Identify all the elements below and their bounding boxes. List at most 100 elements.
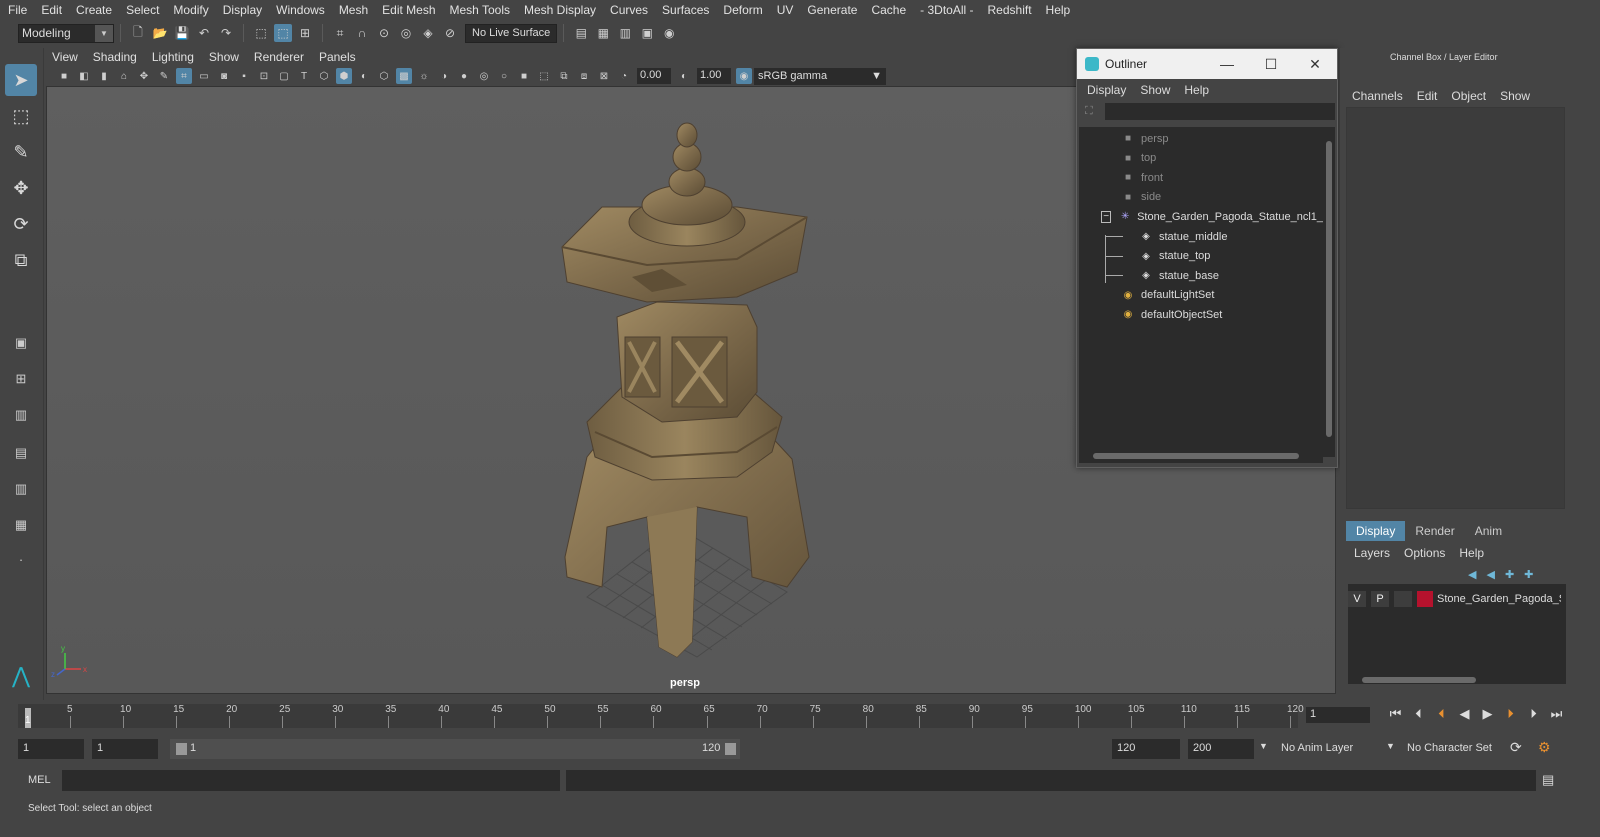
- default-material-icon[interactable]: ◐: [356, 68, 372, 84]
- mel-label[interactable]: MEL: [28, 774, 51, 786]
- snap-point-icon[interactable]: ⊙: [375, 24, 393, 42]
- play-forwards-icon[interactable]: ▶: [1476, 706, 1499, 722]
- menu-deform[interactable]: Deform: [723, 3, 762, 17]
- snap-projected-icon[interactable]: ◎: [397, 24, 415, 42]
- step-forward-key-icon[interactable]: ⏵: [1499, 706, 1522, 722]
- minimize-icon[interactable]: —: [1205, 56, 1249, 73]
- safe-title-icon[interactable]: T: [296, 68, 312, 84]
- current-frame-field[interactable]: 1: [1306, 707, 1370, 723]
- menu-curves[interactable]: Curves: [610, 3, 648, 17]
- layer-playback-toggle[interactable]: P: [1371, 591, 1389, 607]
- rotate-tool-icon[interactable]: ⟳: [5, 208, 37, 240]
- color-management-icon[interactable]: ◉: [736, 68, 752, 84]
- menu-help[interactable]: Help: [1046, 3, 1071, 17]
- persp-outliner-layout-icon[interactable]: ▥: [7, 476, 35, 502]
- select-hierarchy-icon[interactable]: ⬚: [252, 24, 270, 42]
- menu-windows[interactable]: Windows: [276, 3, 325, 17]
- step-back-key-icon[interactable]: ⏴: [1430, 706, 1453, 722]
- outliner-horizontal-scrollbar[interactable]: [1079, 449, 1323, 463]
- viewport-menu-shading[interactable]: Shading: [93, 50, 137, 64]
- outliner-item[interactable]: ◉ defaultLightSet: [1079, 286, 1323, 305]
- gamma-icon[interactable]: ◐: [676, 68, 692, 84]
- channel-box-menu-show[interactable]: Show: [1500, 89, 1530, 103]
- single-pane-layout-icon[interactable]: ▣: [7, 330, 35, 356]
- script-editor-icon[interactable]: ▤: [1542, 772, 1554, 788]
- channel-box-menu-object[interactable]: Object: [1451, 89, 1486, 103]
- animation-preferences-icon[interactable]: ⚙: [1538, 739, 1551, 756]
- redo-icon[interactable]: ↷: [217, 24, 235, 42]
- mel-command-input[interactable]: [62, 770, 560, 791]
- gamma-field[interactable]: 1.00: [697, 68, 731, 84]
- safe-action-icon[interactable]: ▢: [276, 68, 292, 84]
- anim-layer-dropdown[interactable]: No Anim Layer: [1276, 739, 1382, 759]
- outliner-item[interactable]: ◈ statue_top: [1079, 247, 1323, 266]
- layer-menu-options[interactable]: Options: [1404, 546, 1445, 560]
- resolution-gate-icon[interactable]: ◙: [216, 68, 232, 84]
- snap-view-plane-icon[interactable]: ◈: [419, 24, 437, 42]
- move-layer-up-icon[interactable]: ◀: [1468, 568, 1476, 581]
- viewport-menu-lighting[interactable]: Lighting: [152, 50, 194, 64]
- save-scene-icon[interactable]: 💾: [173, 24, 191, 42]
- smooth-shade-icon[interactable]: ⬢: [336, 68, 352, 84]
- two-d-pan-zoom-icon[interactable]: ✥: [136, 68, 152, 84]
- outliner-vertical-scrollbar[interactable]: [1323, 127, 1335, 457]
- wireframe-on-shaded-icon[interactable]: ⬡: [376, 68, 392, 84]
- render-settings-icon[interactable]: ▤: [572, 24, 590, 42]
- bookmark-icon[interactable]: ▮: [96, 68, 112, 84]
- animation-start-field[interactable]: 1: [18, 739, 84, 759]
- go-to-start-icon[interactable]: ⏮: [1384, 706, 1407, 722]
- menu-mesh[interactable]: Mesh: [339, 3, 368, 17]
- exposure-field[interactable]: 0.00: [637, 68, 671, 84]
- menu-uv[interactable]: UV: [777, 3, 794, 17]
- tab-display[interactable]: Display: [1346, 521, 1406, 541]
- wireframe-icon[interactable]: ⬡: [316, 68, 332, 84]
- scale-tool-icon[interactable]: ⧉: [5, 244, 37, 276]
- range-slider[interactable]: 1 120: [170, 739, 740, 759]
- hypershade-icon[interactable]: ◉: [660, 24, 678, 42]
- select-component-icon[interactable]: ⊞: [296, 24, 314, 42]
- isolate-select-icon[interactable]: ⬚: [536, 68, 552, 84]
- channel-box-menu-channels[interactable]: Channels: [1352, 89, 1403, 103]
- textured-icon[interactable]: ▩: [396, 68, 412, 84]
- select-object-icon[interactable]: ⬚: [274, 24, 292, 42]
- gate-mask-icon[interactable]: ▪: [236, 68, 252, 84]
- view-transform-dropdown[interactable]: sRGB gamma ▼: [754, 67, 886, 85]
- image-plane-icon[interactable]: ⌂: [116, 68, 132, 84]
- maximize-icon[interactable]: ☐: [1249, 56, 1293, 73]
- character-set-dropdown[interactable]: No Character Set: [1402, 739, 1502, 759]
- persp-graph-layout-icon[interactable]: ▤: [7, 440, 35, 466]
- lasso-tool-icon[interactable]: ⬚: [5, 100, 37, 132]
- open-scene-icon[interactable]: 📂: [151, 24, 169, 42]
- menu-cache[interactable]: Cache: [871, 3, 906, 17]
- layer-display-type[interactable]: [1394, 591, 1412, 607]
- film-gate-icon[interactable]: ▭: [196, 68, 212, 84]
- snap-curve-icon[interactable]: ∩: [353, 24, 371, 42]
- outliner-menu-show[interactable]: Show: [1140, 83, 1170, 97]
- xray-components-icon[interactable]: ⊠: [596, 68, 612, 84]
- go-to-end-icon[interactable]: ⏭: [1545, 706, 1568, 722]
- outliner-item[interactable]: ◉ defaultObjectSet: [1079, 305, 1323, 324]
- animation-end-field[interactable]: 200: [1188, 739, 1254, 759]
- depth-of-field-icon[interactable]: ■: [516, 68, 532, 84]
- collapse-icon[interactable]: −: [1101, 210, 1112, 223]
- menu-display[interactable]: Display: [223, 3, 262, 17]
- tab-render[interactable]: Render: [1405, 521, 1464, 541]
- filter-icon[interactable]: ⛶: [1085, 105, 1093, 118]
- menu-mesh-display[interactable]: Mesh Display: [524, 3, 596, 17]
- outliner-item[interactable]: ■ front: [1079, 168, 1323, 187]
- viewport-menu-panels[interactable]: Panels: [319, 50, 356, 64]
- channel-box-menu-edit[interactable]: Edit: [1417, 89, 1438, 103]
- outliner-titlebar[interactable]: Outliner — ☐ ✕: [1077, 49, 1337, 79]
- layer-visibility-toggle[interactable]: V: [1348, 591, 1366, 607]
- exposure-icon[interactable]: ◔: [616, 68, 632, 84]
- ambient-occlusion-icon[interactable]: ●: [456, 68, 472, 84]
- new-layer-selected-icon[interactable]: ✚: [1524, 568, 1533, 581]
- select-tool-icon[interactable]: ➤: [5, 64, 37, 96]
- outliner-item[interactable]: ■ persp: [1079, 129, 1323, 148]
- render-frame-icon[interactable]: ▦: [594, 24, 612, 42]
- menu-modify[interactable]: Modify: [173, 3, 208, 17]
- shadows-icon[interactable]: ◑: [436, 68, 452, 84]
- camera-attributes-icon[interactable]: ◧: [76, 68, 92, 84]
- step-back-frame-icon[interactable]: ⏴: [1407, 706, 1430, 722]
- field-chart-icon[interactable]: ⊡: [256, 68, 272, 84]
